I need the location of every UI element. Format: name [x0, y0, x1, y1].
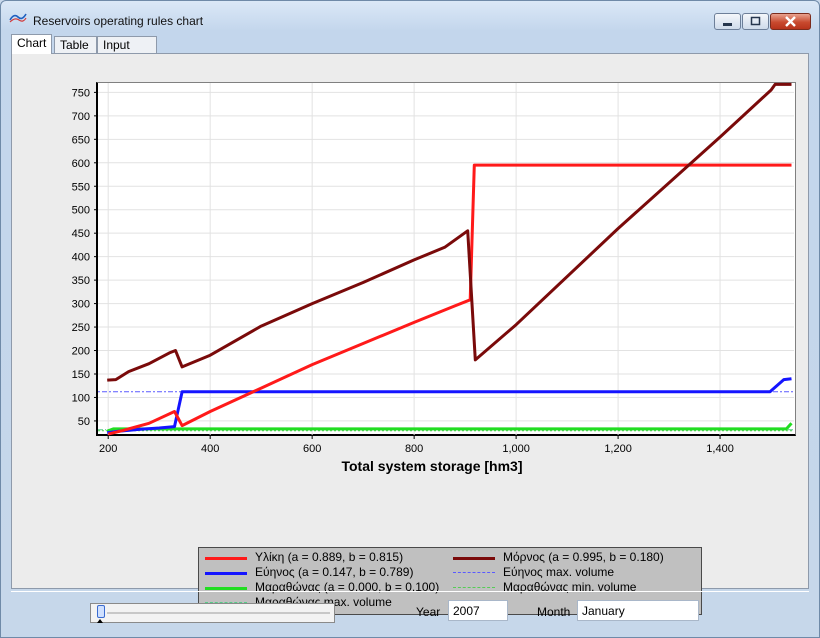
month-field[interactable]: [577, 600, 699, 621]
y-tick-label-7: 400: [72, 252, 90, 264]
y-tick-label-13: 700: [72, 111, 90, 123]
y-tick-label-12: 650: [72, 134, 90, 146]
y-tick-label-11: 600: [72, 158, 90, 170]
tab-input-data[interactable]: Input data: [97, 36, 157, 66]
close-button[interactable]: [770, 13, 811, 30]
chart-panel: 200 400 600 800 1,000 1,200 1,400 50 100 150 200 25…: [11, 53, 809, 615]
time-slider[interactable]: [90, 603, 335, 623]
series-line-0: [107, 163, 792, 436]
app-window: Reservoirs operating rules chart Chart T…: [0, 0, 820, 638]
legend-label-1: Μόρνος (a = 0.995, b = 0.180): [503, 550, 664, 564]
minimize-button[interactable]: [714, 13, 741, 30]
slider-track: [107, 612, 330, 614]
minimize-icon: [723, 23, 732, 26]
y-tick-label-10: 550: [72, 181, 90, 193]
y-tick-label-3: 200: [72, 346, 90, 358]
legend-swatch-4: [205, 587, 247, 590]
legend-swatch-3: [453, 572, 495, 573]
tab-chart-label: Chart: [17, 36, 47, 50]
tab-chart[interactable]: Chart: [11, 34, 52, 54]
x-tick-label-1: 400: [201, 443, 219, 455]
month-label: Month: [537, 605, 571, 619]
y-tick-label-9: 500: [72, 205, 90, 217]
year-field[interactable]: [448, 600, 508, 621]
x-tick-label-6: 1,400: [706, 443, 734, 455]
legend-label-0: Υλίκη (a = 0.889, b = 0.815): [255, 550, 404, 564]
maximize-button[interactable]: [742, 13, 769, 30]
x-tick-label-3: 800: [405, 443, 423, 455]
chart-icon: [9, 13, 27, 23]
y-tick-label-5: 300: [72, 299, 90, 311]
x-tick-label-5: 1,200: [604, 443, 632, 455]
operating-rules-chart: 200 400 600 800 1,000 1,200 1,400 50 100 150 200 25…: [72, 82, 794, 474]
tab-table[interactable]: Table: [54, 36, 97, 53]
x-tick-label-2: 600: [303, 443, 321, 455]
y-tick-label-0: 50: [78, 416, 90, 428]
close-icon: [785, 16, 796, 27]
legend-swatch-0: [205, 557, 247, 560]
y-tick-label-1: 100: [72, 392, 90, 404]
x-axis-title: Total system storage [hm3]: [341, 458, 522, 474]
y-tick-label-6: 350: [72, 275, 90, 287]
window-title: Reservoirs operating rules chart: [33, 14, 204, 28]
y-tick-label-2: 150: [72, 369, 90, 381]
legend-label-3: Εύηνος max. volume: [503, 565, 615, 579]
legend-swatch-2: [205, 572, 247, 575]
legend-swatch-5: [453, 587, 495, 588]
tab-table-label: Table: [60, 38, 89, 52]
year-label: Year: [416, 605, 441, 619]
x-tick-label-4: 1,000: [502, 443, 530, 455]
maximize-icon: [750, 16, 761, 26]
y-tick-label-4: 250: [72, 322, 90, 334]
legend-label-2: Εύηνος (a = 0.147, b = 0.789): [255, 565, 414, 579]
title-bar[interactable]: Reservoirs operating rules chart: [1, 1, 819, 33]
bottom-controls: Year Month: [11, 591, 809, 634]
y-tick-label-8: 450: [72, 228, 90, 240]
y-tick-label-14: 750: [72, 87, 90, 99]
slider-thumb[interactable]: [97, 605, 105, 618]
x-tick-label-0: 200: [99, 443, 117, 455]
legend-swatch-1: [453, 557, 495, 560]
slider-tick-marker: [97, 619, 103, 623]
